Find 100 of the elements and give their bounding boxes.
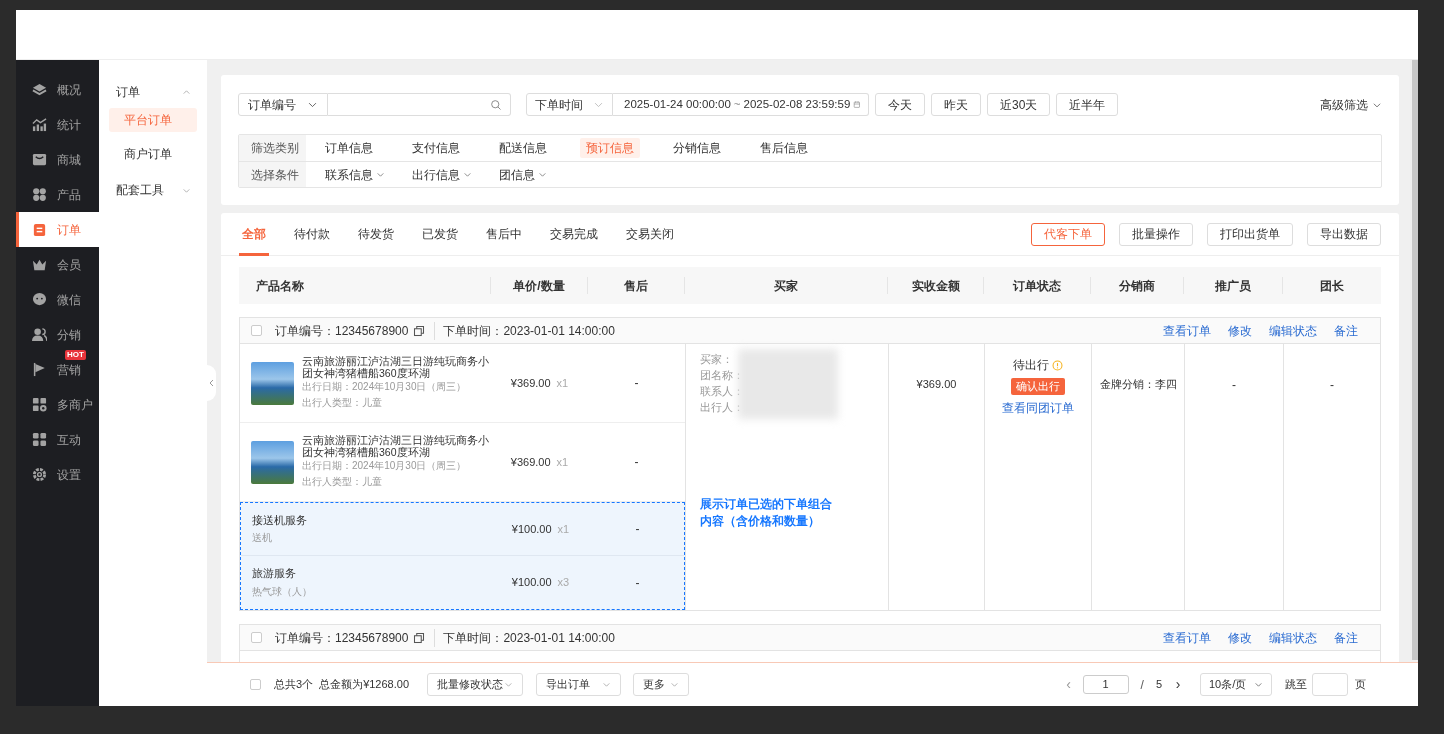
search-icon: [490, 98, 502, 111]
filter-condition-dropdown[interactable]: 出行信息: [406, 165, 478, 184]
action-button[interactable]: 打印出货单: [1207, 222, 1293, 246]
column-header: 订单状态: [983, 277, 1090, 294]
status-tab[interactable]: 待付款: [291, 212, 333, 256]
column-header: 分销商: [1090, 277, 1183, 294]
status-tab[interactable]: 售后中: [483, 212, 525, 256]
filter-condition-dropdown[interactable]: 联系信息: [319, 165, 391, 184]
quick-date-button[interactable]: 近30天: [987, 93, 1051, 116]
item-title: 云南旅游丽江泸沽湖三日游纯玩商务小团女神湾猪槽船360度环湖: [302, 434, 490, 458]
filter-category-option[interactable]: 配送信息: [493, 138, 553, 158]
chevron-down-icon: [504, 680, 513, 689]
layers-icon: [32, 82, 47, 97]
buyer-field-label: 出行人：: [700, 400, 745, 415]
quantity: x3: [557, 575, 570, 591]
submenu-item[interactable]: 商户订单: [109, 142, 197, 166]
filter-category-option[interactable]: 售后信息: [754, 138, 814, 158]
quick-date-button[interactable]: 近半年: [1056, 93, 1119, 116]
bulk-select[interactable]: 更多: [633, 673, 689, 696]
next-page-button[interactable]: ›: [1172, 674, 1184, 695]
jump-label: 跳至: [1285, 677, 1307, 693]
crown-icon: [32, 257, 47, 272]
bulk-select[interactable]: 导出订单: [536, 673, 621, 696]
status-tab[interactable]: 已发货: [419, 212, 461, 256]
status-tab[interactable]: 待发货: [355, 212, 397, 256]
order-action-link[interactable]: 编辑状态: [1269, 628, 1317, 647]
sidebar-item[interactable]: 统计: [16, 107, 99, 142]
order-action-link[interactable]: 备注: [1334, 628, 1358, 647]
photo-placeholder: [251, 361, 294, 405]
quick-date-button[interactable]: 昨天: [931, 93, 981, 116]
order-action-link[interactable]: 查看订单: [1163, 628, 1211, 647]
item-detail: 出行人类型：儿童: [302, 475, 383, 489]
column-header: 买家: [684, 277, 887, 294]
order-action-link[interactable]: 备注: [1334, 321, 1358, 340]
settings-icon: [32, 467, 47, 482]
quick-date-button[interactable]: 今天: [875, 93, 925, 116]
submenu-group[interactable]: 配套工具: [109, 176, 197, 204]
item-detail: 热气球（人）: [252, 584, 312, 599]
column-header: 单价/数量: [490, 277, 587, 294]
date-start: 2025-01-24 00:00:00: [624, 96, 731, 112]
collapse-handle[interactable]: [207, 365, 216, 401]
users-icon: [32, 327, 47, 342]
warning-icon: [1052, 359, 1063, 371]
order-action-link[interactable]: 编辑状态: [1269, 321, 1317, 340]
filter-category-option[interactable]: 支付信息: [406, 138, 466, 158]
sidebar-item[interactable]: 微信: [16, 282, 99, 317]
action-button[interactable]: 导出数据: [1307, 222, 1381, 246]
sidebar-item[interactable]: 分销: [16, 317, 99, 352]
page-separator: /: [1140, 676, 1144, 694]
filter-row-label: 选择条件: [239, 162, 306, 187]
sidebar-item[interactable]: 多商户: [16, 387, 99, 422]
status-tab[interactable]: 交易完成: [547, 212, 601, 256]
bulk-select[interactable]: 批量修改状态: [427, 673, 523, 696]
page-input[interactable]: 1: [1082, 675, 1129, 694]
sidebar-item[interactable]: 商城: [16, 142, 99, 177]
sidebar-item[interactable]: 会员: [16, 247, 99, 282]
search-field[interactable]: [328, 93, 511, 116]
order-number: 订单编号：12345678900: [275, 629, 409, 647]
grid-icon: [32, 432, 47, 447]
field-type-select[interactable]: 订单编号: [238, 93, 328, 116]
calendar-icon: [853, 99, 861, 110]
sidebar-item[interactable]: 概况: [16, 72, 99, 107]
select-all-checkbox[interactable]: [250, 679, 261, 690]
filter-category-option[interactable]: 订单信息: [319, 138, 379, 158]
order-action-link[interactable]: 修改: [1228, 321, 1252, 340]
order-time: 下单时间：2023-01-01 14:00:00: [434, 321, 615, 340]
sidebar-item[interactable]: HOT 营销: [16, 352, 99, 387]
group-orders-link[interactable]: 查看同团订单: [1002, 399, 1074, 417]
annotation-note: 展示订单已选的下单组合内容（含价格和数量）: [700, 497, 833, 530]
advanced-filter-toggle[interactable]: 高级筛选: [1320, 95, 1382, 114]
filter-row-label: 筛选类别: [239, 135, 306, 161]
filter-category-option[interactable]: 分销信息: [667, 138, 727, 158]
chevron-down-icon: [1254, 680, 1263, 689]
sidebar-item[interactable]: 互动: [16, 422, 99, 457]
order-number: 订单编号：12345678900: [275, 322, 409, 340]
order-checkbox[interactable]: [251, 632, 262, 643]
date-range-field[interactable]: 2025-01-24 00:00:00 ~ 2025-02-08 23:59:59: [613, 93, 869, 116]
order-checkbox[interactable]: [251, 325, 262, 336]
order-action-link[interactable]: 修改: [1228, 628, 1252, 647]
sidebar-item[interactable]: 设置: [16, 457, 99, 492]
sidebar-item[interactable]: 产品: [16, 177, 99, 212]
scrollbar[interactable]: [1412, 60, 1418, 660]
page-size-select[interactable]: 10条/页: [1200, 673, 1272, 696]
status-tab[interactable]: 交易关闭: [623, 212, 677, 256]
chevron-down-icon: [463, 170, 472, 179]
date-type-select[interactable]: 下单时间: [526, 93, 613, 116]
jump-page-input[interactable]: [1312, 673, 1348, 696]
unit-price: ¥100.00: [511, 521, 552, 537]
item-detail: 送机: [252, 531, 273, 546]
paid-amount: ¥369.00: [888, 344, 984, 610]
action-button[interactable]: 批量操作: [1119, 222, 1193, 246]
submenu-group[interactable]: 订单: [109, 78, 197, 106]
after-sale-value: -: [633, 375, 640, 392]
chevron-down-icon: [538, 170, 547, 179]
distributor: 金牌分销：李四: [1091, 344, 1184, 610]
team-leader: -: [1283, 344, 1380, 610]
order-action-link[interactable]: 查看订单: [1163, 321, 1211, 340]
item-detail: 出行日期：2024年10月30日（周三）: [302, 380, 468, 394]
filter-condition-dropdown[interactable]: 团信息: [493, 165, 553, 184]
buyer-field-label: 联系人：: [700, 384, 745, 399]
